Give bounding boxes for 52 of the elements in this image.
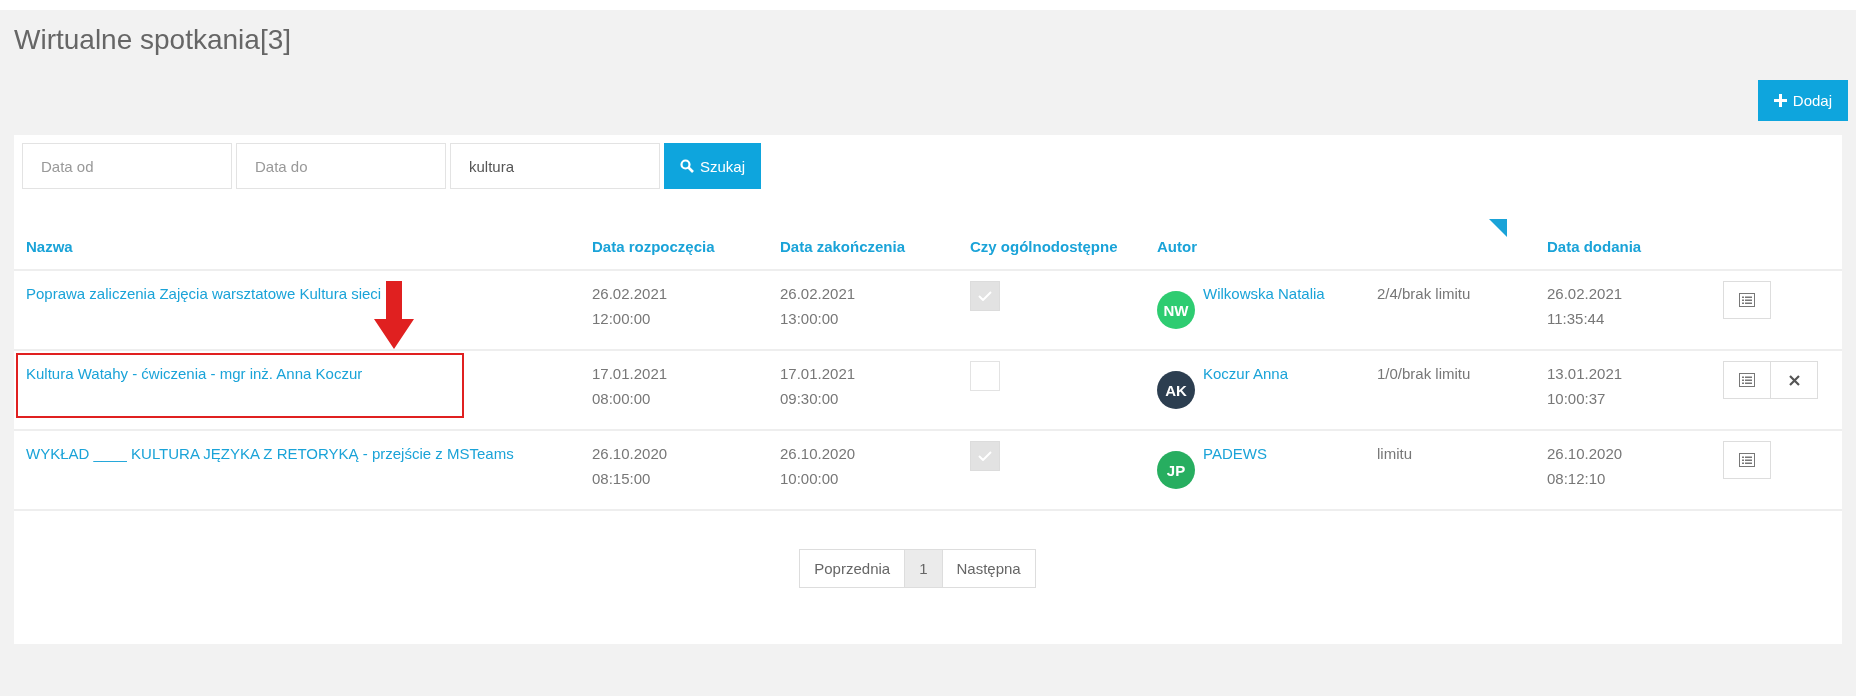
sort-icon[interactable] [1489, 219, 1507, 237]
added-date: 13.01.2021 10:00:37 [1547, 364, 1623, 409]
start-date: 17.01.2021 08:00:00 [592, 364, 668, 409]
column-header[interactable]: Data dodania [1547, 238, 1642, 255]
participant-limit: 2/4/brak limitu [1377, 284, 1471, 304]
next-page-button[interactable]: Następna [941, 549, 1036, 588]
public-checkbox[interactable] [970, 441, 1000, 471]
search-button[interactable]: Szukaj [664, 143, 762, 189]
meeting-link[interactable]: WYKŁAD ____ KULTURA JĘZYKA Z RETORYKĄ - przejście z MSTeams [26, 445, 514, 462]
page-title: Wirtualne spotkania[3] [14, 23, 293, 57]
public-checkbox[interactable] [970, 361, 1000, 391]
added-date: 26.10.2020 08:12:10 [1547, 444, 1623, 489]
end-date: 17.01.2021 09:30:00 [780, 364, 856, 409]
start-date: 26.02.2021 12:00:00 [592, 284, 668, 329]
column-header[interactable]: Czy ogólnodostępne [970, 238, 1118, 255]
author-avatar: JP [1157, 451, 1195, 489]
meeting-link[interactable]: Poprawa zaliczenia Zajęcia warsztatowe Kultura sieci [26, 285, 382, 302]
author-link[interactable]: Wilkowska Natalia [1203, 281, 1325, 306]
end-date: 26.10.2020 10:00:00 [780, 444, 856, 489]
author-link[interactable]: Koczur Anna [1203, 361, 1289, 386]
previous-page-button[interactable]: Poprzednia [799, 549, 906, 588]
column-header[interactable]: Nazwa [26, 238, 73, 255]
author-link[interactable]: PADEWS [1203, 441, 1267, 466]
search-icon [680, 159, 694, 173]
list-icon [1739, 293, 1755, 307]
date-to-field[interactable]: Data do [236, 143, 446, 189]
end-date: 26.02.2021 13:00:00 [780, 284, 856, 329]
details-button[interactable] [1723, 361, 1771, 399]
column-header[interactable]: Data zakończenia [780, 238, 906, 255]
search-field[interactable]: kultura [450, 143, 660, 189]
start-date: 26.10.2020 08:15:00 [592, 444, 668, 489]
add-button[interactable]: Dodaj [1757, 80, 1848, 121]
column-header[interactable]: Data rozpoczęcia [592, 238, 715, 255]
participant-limit: limitu [1377, 444, 1412, 464]
participant-limit: 1/0/brak limitu [1377, 364, 1471, 384]
public-checkbox[interactable] [970, 281, 1000, 311]
delete-button[interactable] [1770, 361, 1818, 399]
page-button[interactable]: 1 [904, 549, 943, 588]
column-header[interactable]: Autor [1157, 238, 1197, 255]
details-button[interactable] [1723, 441, 1771, 479]
details-button[interactable] [1723, 281, 1771, 319]
list-icon [1739, 453, 1755, 467]
added-date: 26.02.2021 11:35:44 [1547, 284, 1623, 329]
close-icon [1788, 374, 1800, 386]
check-icon [978, 291, 992, 301]
meeting-link[interactable]: Kultura Watahy - ćwiczenia - mgr inż. Anna Koczur [26, 365, 363, 382]
list-icon [1739, 373, 1755, 387]
date-from-field[interactable]: Data od [22, 143, 232, 189]
check-icon [978, 451, 992, 461]
author-avatar: NW [1157, 291, 1195, 329]
author-avatar: AK [1157, 371, 1195, 409]
plus-icon [1773, 94, 1787, 107]
